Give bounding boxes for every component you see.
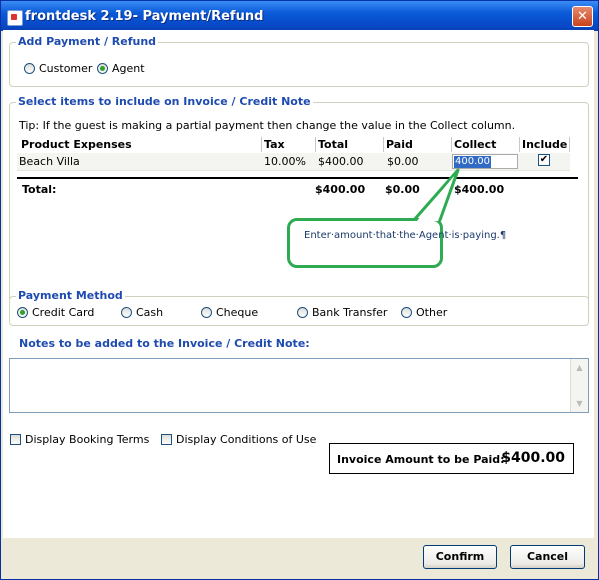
radio-agent[interactable]: Agent <box>97 62 145 75</box>
checkbox-icon <box>161 434 172 445</box>
button-bar <box>1 538 596 577</box>
scroll-up-icon[interactable]: ▲ <box>573 361 586 374</box>
column-header-product[interactable]: Product Expenses <box>19 137 262 152</box>
title-bar[interactable]: frontdesk 2.19- Payment/Refund ✕ <box>1 1 598 31</box>
radio-credit-card[interactable]: Credit Card <box>17 306 94 319</box>
callout-text: Enter·amount·that·the·Agent·is·paying.¶ <box>304 230 507 241</box>
totals-divider <box>17 177 578 179</box>
column-header-total[interactable]: Total <box>316 137 384 152</box>
radio-bank-transfer[interactable]: Bank Transfer <box>297 306 387 319</box>
payment-type-title: Add Payment / Refund <box>16 35 159 48</box>
display-booking-terms-label: Display Booking Terms <box>25 433 150 446</box>
notes-title: Notes to be added to the Invoice / Credi… <box>19 337 310 350</box>
window-title: frontdesk 2.19- Payment/Refund <box>25 9 264 24</box>
confirm-button[interactable]: Confirm <box>423 545 497 569</box>
radio-circle-icon <box>24 63 35 74</box>
checkbox-icon <box>10 434 21 445</box>
display-conditions-checkbox[interactable]: Display Conditions of Use <box>161 433 316 446</box>
radio-bank-transfer-label: Bank Transfer <box>312 306 388 319</box>
column-header-include[interactable]: Include <box>520 137 570 152</box>
radio-cash[interactable]: Cash <box>121 306 163 319</box>
cell-product: Beach Villa <box>19 155 80 168</box>
radio-circle-icon <box>121 307 132 318</box>
radio-cheque[interactable]: Cheque <box>201 306 258 319</box>
close-button[interactable]: ✕ <box>572 6 593 27</box>
radio-other-label: Other <box>416 306 448 319</box>
radio-other[interactable]: Other <box>401 306 447 319</box>
cancel-button[interactable]: Cancel <box>510 545 585 569</box>
radio-selected-icon <box>17 307 28 318</box>
invoice-amount-box: Invoice Amount to be Paid: $400.00 <box>329 443 574 474</box>
payment-type-group: Add Payment / Refund Customer Agent <box>9 35 589 87</box>
tip-text: Tip: If the guest is making a partial pa… <box>19 119 516 132</box>
payment-method-group: Payment Method Credit Card Cash Cheque B… <box>9 289 589 326</box>
radio-cash-label: Cash <box>136 306 164 319</box>
radio-circle-icon <box>297 307 308 318</box>
scroll-down-icon[interactable]: ▼ <box>573 397 586 410</box>
totals-label: Total: <box>22 183 57 196</box>
column-header-tax-rate[interactable]: Tax Rate <box>262 137 316 166</box>
radio-circle-icon <box>401 307 412 318</box>
column-header-collect[interactable]: Collect <box>452 137 520 152</box>
callout-pointer-mask <box>417 176 454 221</box>
display-booking-terms-checkbox[interactable]: Display Booking Terms <box>10 433 149 446</box>
items-group: Select items to include on Invoice / Cre… <box>9 95 589 316</box>
include-checkbox[interactable]: ✔ <box>538 154 550 166</box>
radio-cheque-label: Cheque <box>216 306 259 319</box>
payment-method-title: Payment Method <box>16 289 125 302</box>
radio-customer[interactable]: Customer <box>24 62 92 75</box>
notes-textarea[interactable]: ▲ ▼ <box>9 358 589 413</box>
cell-tax-rate: 10.00% <box>264 155 306 168</box>
notes-scrollbar[interactable]: ▲ ▼ <box>570 359 588 412</box>
cell-total: $400.00 <box>318 155 364 168</box>
radio-credit-card-label: Credit Card <box>32 306 95 319</box>
callout-box: Enter·amount·that·the·Agent·is·paying.¶ <box>287 218 507 268</box>
radio-selected-icon <box>97 63 108 74</box>
invoice-amount-label: Invoice Amount to be Paid: <box>337 453 505 466</box>
column-header-paid[interactable]: Paid <box>384 137 452 152</box>
app-icon <box>7 10 23 26</box>
radio-circle-icon <box>201 307 212 318</box>
radio-customer-label: Customer <box>39 62 93 75</box>
totals-total: $400.00 <box>315 183 366 196</box>
radio-agent-label: Agent <box>112 62 145 75</box>
invoice-amount-value: $400.00 <box>501 450 565 466</box>
items-title: Select items to include on Invoice / Cre… <box>16 95 313 108</box>
display-conditions-label: Display Conditions of Use <box>176 433 317 446</box>
